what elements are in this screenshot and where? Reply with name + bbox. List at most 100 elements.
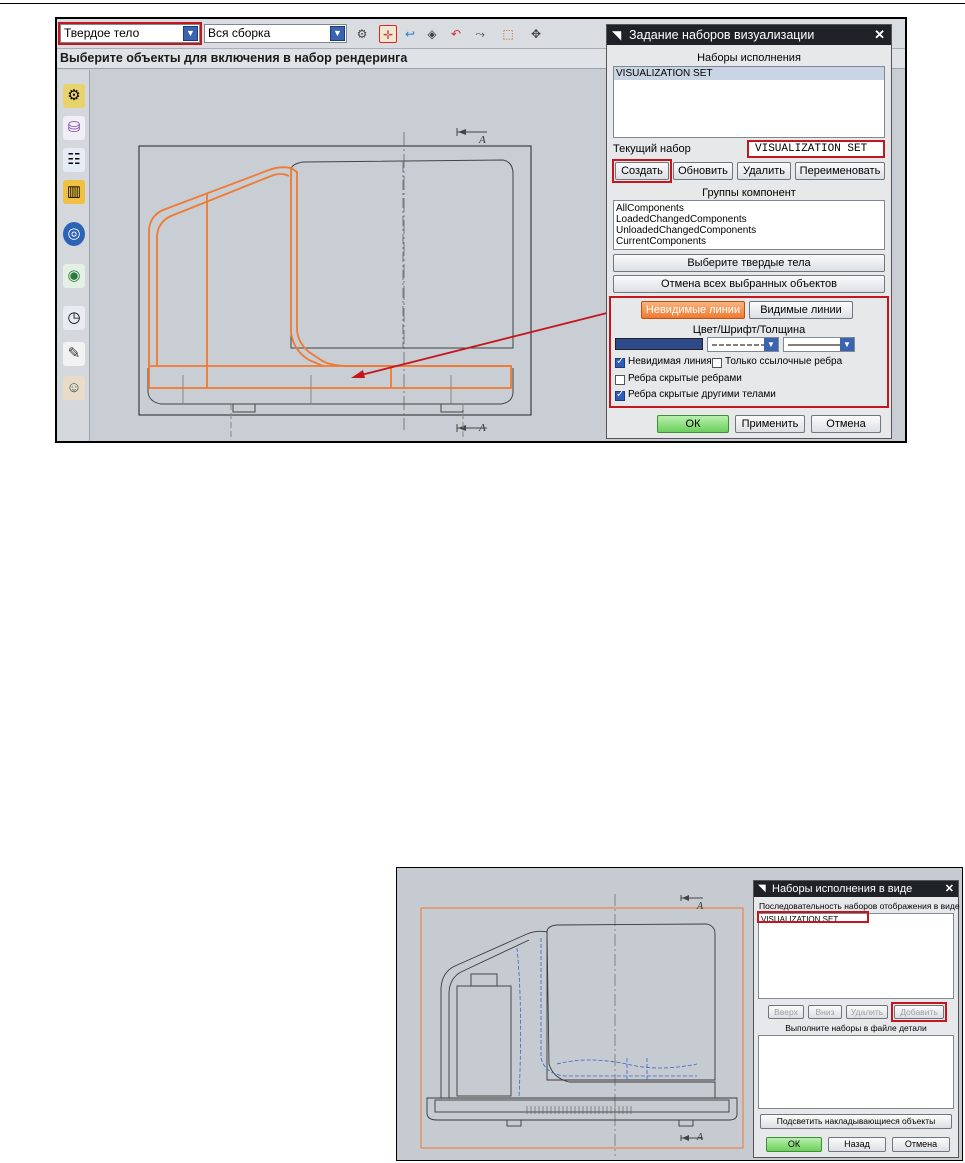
history-palette-icon[interactable]: ◉ (63, 264, 85, 288)
sets-list[interactable]: VISUALIZATION SET (613, 66, 885, 138)
solid-body-icon[interactable]: ◈ (423, 25, 441, 43)
sequence-list[interactable]: VISUALIZATION SET (758, 913, 954, 999)
pattern-icon[interactable]: ⤳ (471, 25, 489, 43)
file-sets-label: Выполните наборы в файле детали (785, 1023, 927, 1033)
up-button[interactable]: Вверх (768, 1005, 804, 1019)
current-set-label: Текущий набор (613, 143, 691, 155)
drawing-view-2[interactable]: A A (397, 868, 752, 1161)
visualization-icon[interactable]: ✎ (63, 342, 85, 366)
constraint-navigator-icon[interactable]: ⛁ (63, 116, 85, 140)
section-label-top: A (696, 901, 704, 912)
line-width-select[interactable]: ▼ (783, 337, 855, 352)
solid-line-preview (788, 344, 840, 346)
groups-label: Группы компонент (702, 187, 796, 199)
tab-hidden-lines[interactable]: Невидимые линии (641, 301, 745, 319)
rectangle-select-icon[interactable]: ⬚ (499, 25, 517, 43)
web-browser-icon[interactable]: ◎ (63, 222, 85, 246)
machine-model (147, 159, 514, 440)
list-item[interactable]: UnloadedChangedComponents (616, 225, 882, 236)
hidden-by-edges-checkbox[interactable] (615, 375, 625, 385)
hidden-by-bodies-label: Ребра скрытые другими телами (628, 389, 776, 400)
hidden-by-bodies-checkbox[interactable] (615, 389, 625, 401)
tab-visible-lines[interactable]: Видимые линии (749, 301, 853, 319)
update-button[interactable]: Обновить (673, 162, 733, 180)
style-label: Цвет/Шрифт/Толщина (692, 324, 806, 336)
view-border (138, 145, 532, 416)
chevron-down-icon[interactable]: ▼ (840, 338, 854, 351)
highlight-overlap-button[interactable]: Подсветить накладывающиеся объекты (760, 1114, 952, 1129)
back-button[interactable]: Назад (828, 1137, 886, 1152)
graphics-window[interactable]: A A (91, 70, 631, 443)
close-icon[interactable]: ✕ (945, 881, 954, 897)
highlight-add (891, 1002, 947, 1022)
page-top-rule (0, 3, 965, 4)
ref-edges-checkbox[interactable] (712, 358, 722, 368)
dialog-title-bar: ◥ Задание наборов визуализации ✕ (607, 25, 891, 45)
section-label-top: A (478, 134, 486, 146)
dialog-title-bar: ◥ Наборы исполнения в виде ✕ (754, 881, 958, 897)
selected-body (148, 166, 512, 389)
ok-button[interactable]: ОК (657, 415, 729, 433)
move-icon[interactable]: ✥ (527, 25, 545, 43)
file-sets-list[interactable] (758, 1035, 954, 1109)
cancel-button[interactable]: Отмена (811, 415, 881, 433)
dialog-wand-icon: ◥ (612, 28, 622, 42)
close-icon[interactable]: ✕ (874, 25, 885, 45)
snap-point-icon[interactable]: ✛ (379, 25, 397, 43)
delete-button[interactable]: Удалить (737, 162, 791, 180)
list-item[interactable]: AllComponents (616, 203, 882, 214)
deselect-all-button[interactable]: Отмена всех выбранных объектов (613, 275, 885, 293)
line-font-select[interactable]: ▼ (707, 337, 779, 352)
assembly-filter-icon[interactable]: ⚙ (353, 25, 371, 43)
library-icon[interactable]: ▥ (63, 180, 85, 204)
hidden-line-checkbox[interactable] (615, 356, 625, 368)
sequence-label: Последовательность наборов отображения в… (759, 901, 960, 911)
highlight-sequence-item (757, 911, 869, 923)
scope-filter-value: Вся сборка (208, 26, 271, 40)
chevron-down-icon[interactable]: ▼ (764, 338, 778, 351)
cancel-button[interactable]: Отмена (892, 1137, 950, 1152)
list-item[interactable]: LoadedChangedComponents (616, 214, 882, 225)
callout-arrowhead (351, 370, 365, 378)
resource-bar: ⚙ ⛁ ☷ ▥ ◎ ◉ ◷ ✎ ☺ (57, 70, 90, 441)
rotate-point-icon[interactable]: ↶ (447, 25, 465, 43)
ref-edges-label: Только ссылочные ребра (725, 356, 843, 367)
dialog-wand-icon: ◥ (758, 883, 766, 894)
delete-button[interactable]: Удалить (846, 1005, 888, 1019)
section-label-bottom: A (478, 422, 486, 434)
part-navigator-icon[interactable]: ☷ (63, 148, 85, 172)
down-button[interactable]: Вниз (808, 1005, 842, 1019)
graphics-window-2[interactable]: A A (397, 868, 752, 1161)
arrow-back-icon[interactable]: ↩ (401, 25, 419, 43)
chevron-down-icon[interactable]: ▼ (330, 26, 345, 41)
drawing-view[interactable]: A A (91, 70, 631, 443)
groups-list[interactable]: AllComponents LoadedChangedComponents Un… (613, 200, 885, 250)
rename-button[interactable]: Переименовать (795, 162, 885, 180)
list-item[interactable]: VISUALIZATION SET (614, 67, 884, 80)
screenshot-view-sets: A A ◥ Наборы исполнения в виде ✕ Последо… (396, 867, 963, 1161)
machine-model-2 (426, 923, 738, 1127)
page: Твердое тело ▼ Вся сборка ▼ ⚙ ✛ ↩ ◈ ↶ ⤳ … (0, 0, 965, 1163)
dialog-title: Наборы исполнения в виде (772, 883, 913, 895)
visualization-sets-dialog: ◥ Задание наборов визуализации ✕ Наборы … (606, 24, 892, 439)
hidden-by-edges-label: Ребра скрытые ребрами (628, 373, 742, 384)
current-set-input[interactable]: VISUALIZATION SET (747, 140, 885, 158)
select-bodies-button[interactable]: Выберите твердые тела (613, 254, 885, 272)
hidden-line-label: Невидимая линия (628, 356, 712, 367)
sets-label: Наборы исполнения (697, 52, 801, 64)
screenshot-render-sets: Твердое тело ▼ Вся сборка ▼ ⚙ ✛ ↩ ◈ ↶ ⤳ … (55, 17, 907, 443)
color-swatch[interactable] (615, 338, 703, 350)
list-item[interactable]: CurrentComponents (616, 236, 882, 247)
ok-button[interactable]: ОК (766, 1137, 822, 1152)
apply-button[interactable]: Применить (735, 415, 805, 433)
roles-icon[interactable]: ☺ (63, 376, 85, 400)
highlight-type-filter (58, 22, 202, 45)
clock-icon[interactable]: ◷ (63, 306, 85, 330)
gear-track (526, 1106, 632, 1114)
assembly-navigator-icon[interactable]: ⚙ (63, 84, 85, 108)
view-sets-dialog: ◥ Наборы исполнения в виде ✕ Последовате… (753, 880, 960, 1158)
scope-filter-select[interactable]: Вся сборка ▼ (204, 24, 347, 43)
highlight-create (612, 159, 672, 183)
dashed-line-preview (712, 344, 764, 346)
dialog-title: Задание наборов визуализации (629, 28, 815, 42)
